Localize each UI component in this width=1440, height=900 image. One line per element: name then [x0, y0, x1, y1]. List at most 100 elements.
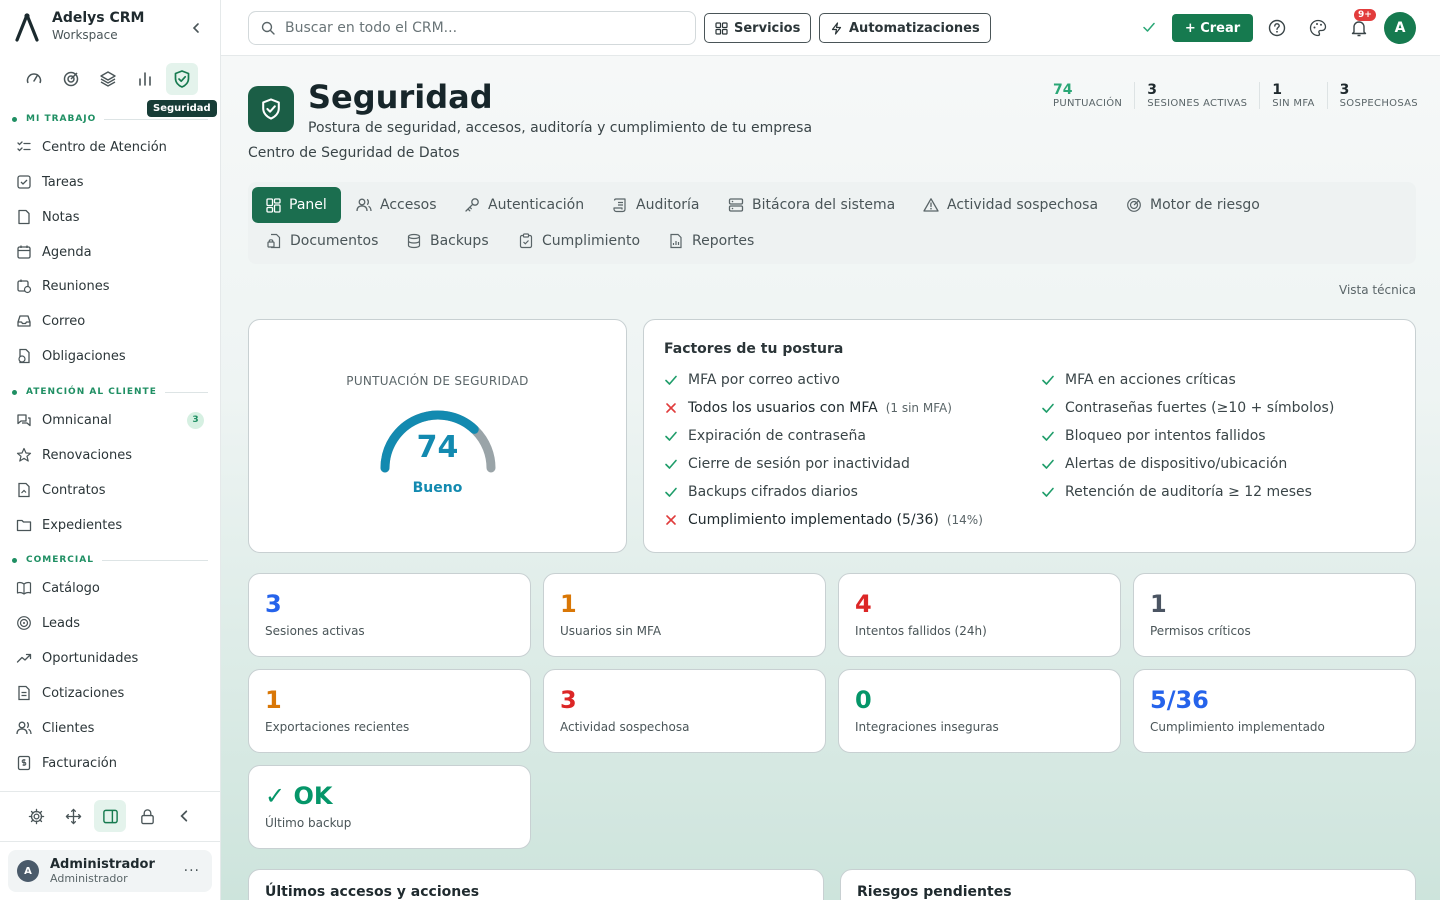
check-icon	[1041, 401, 1055, 415]
nav-facturacion[interactable]: Facturación	[16, 748, 208, 778]
stat-label: Exportaciones recientes	[265, 720, 410, 734]
file-clock-icon	[18, 348, 30, 364]
brand-name: Adelys CRM	[52, 10, 145, 26]
help-button[interactable]	[1266, 17, 1288, 39]
users-icon	[356, 198, 372, 212]
global-search[interactable]	[248, 11, 696, 45]
nav-centro-de-atencion[interactable]: Centro de Atención	[16, 132, 208, 162]
factors-title: Factores de tu postura	[664, 341, 844, 357]
tab-auditoria[interactable]: Auditoría	[598, 187, 714, 223]
nav-obligaciones[interactable]: Obligaciones	[16, 341, 208, 371]
technical-view-link[interactable]: Vista técnica	[1339, 283, 1416, 297]
module-analytics[interactable]	[129, 63, 161, 95]
user-role: Administrador	[50, 871, 128, 885]
brand[interactable]: Adelys CRM Workspace	[14, 10, 144, 43]
nav-contratos[interactable]: Contratos	[16, 475, 208, 505]
tab-motor-de-riesgo[interactable]: Motor de riesgo	[1112, 187, 1274, 223]
bell-icon	[1351, 21, 1367, 37]
tab-backups[interactable]: Backups	[392, 223, 503, 259]
chevron-left-icon	[180, 810, 188, 822]
user-more-button[interactable]: ···	[184, 863, 200, 879]
tab-cumplimiento[interactable]: Cumplimiento	[504, 223, 654, 259]
nav-leads[interactable]: Leads	[16, 608, 208, 638]
tab-documentos[interactable]: Documentos	[252, 223, 392, 259]
stat-label: Último backup	[265, 816, 352, 830]
stat-failed-attempts[interactable]: 4 Intentos fallidos (24h)	[838, 573, 1121, 657]
tab-autenticacion[interactable]: Autenticación	[450, 187, 598, 223]
stat-last-backup[interactable]: ✓ OK Último backup	[248, 765, 531, 849]
nav-notas[interactable]: Notas	[16, 202, 208, 232]
page-subtitle: Postura de seguridad, accesos, auditoría…	[308, 120, 813, 136]
automations-button[interactable]: Automatizaciones	[819, 13, 991, 43]
nav-correo[interactable]: Correo	[16, 306, 208, 336]
nav-expedientes[interactable]: Expedientes	[16, 510, 208, 540]
lock-button[interactable]	[131, 800, 163, 832]
collapse-sidebar-button[interactable]	[186, 18, 206, 38]
module-layers[interactable]	[92, 63, 124, 95]
user-card[interactable]: A Administrador Administrador ···	[8, 850, 212, 892]
grid-icon	[715, 21, 728, 35]
factor-text: Bloqueo por intentos fallidos	[1065, 428, 1266, 444]
nav-catalogo[interactable]: Catálogo	[16, 573, 208, 603]
nav-omnicanal[interactable]: Omnicanal 3	[16, 405, 208, 435]
panel-toggle-button[interactable]	[94, 800, 126, 832]
move-button[interactable]	[57, 800, 89, 832]
shield-check-icon	[262, 98, 280, 120]
collapse-tools-button[interactable]	[168, 800, 200, 832]
settings-button[interactable]	[20, 800, 52, 832]
user-avatar: A	[17, 860, 39, 882]
inbox-icon	[17, 315, 31, 327]
nav-clientes[interactable]: Clientes	[16, 713, 208, 743]
checkbox-icon	[17, 175, 31, 189]
services-button[interactable]: Servicios	[704, 13, 812, 43]
tab-accesos[interactable]: Accesos	[342, 187, 451, 223]
theme-button[interactable]	[1307, 17, 1329, 39]
stat-suspicious-activity[interactable]: 3 Actividad sospechosa	[543, 669, 826, 753]
factor-item-backups-cifrados-diarios: Backups cifrados diarios	[664, 484, 858, 500]
factor-item-alertas-de-dispositivo-ubicacion: Alertas de dispositivo/ubicación	[1041, 456, 1287, 472]
stat-label: Usuarios sin MFA	[560, 624, 662, 638]
stat-label: Sesiones activas	[265, 624, 365, 638]
page-icon	[248, 86, 294, 132]
stat-users-without-mfa[interactable]: 1 Usuarios sin MFA	[543, 573, 826, 657]
user-name: Administrador	[50, 856, 155, 872]
module-goals[interactable]	[55, 63, 87, 95]
kpi-active-sessions: 3 SESIONES ACTIVAS	[1134, 82, 1259, 109]
stat-value: 0	[855, 686, 872, 714]
tab-bitacora-del-sistema[interactable]: Bitácora del sistema	[714, 187, 909, 223]
create-button[interactable]: + Crear	[1172, 14, 1253, 42]
module-switcher	[18, 63, 198, 95]
stat-label: Actividad sospechosa	[560, 720, 690, 734]
module-security[interactable]	[166, 63, 198, 95]
nav-cotizaciones[interactable]: Cotizaciones	[16, 678, 208, 708]
search-input[interactable]	[285, 20, 685, 36]
factor-text: Backups cifrados diarios	[688, 484, 858, 500]
tab-panel[interactable]: Panel	[252, 187, 341, 223]
stat-compliance[interactable]: 5/36 Cumplimiento implementado	[1133, 669, 1416, 753]
x-icon	[664, 513, 678, 527]
nav-tareas[interactable]: Tareas	[16, 167, 208, 197]
factor-item-contrasenas-fuertes-10-simbolos: Contraseñas fuertes (≥10 + símbolos)	[1041, 400, 1334, 416]
tab-reportes[interactable]: Reportes	[654, 223, 768, 259]
nav-reuniones[interactable]: Reuniones	[16, 271, 208, 301]
nav-agenda[interactable]: Agenda	[16, 237, 208, 267]
recent-access-title: Últimos accesos y acciones	[265, 884, 480, 900]
lock-icon	[140, 808, 154, 824]
nav-oportunidades[interactable]: Oportunidades	[16, 643, 208, 673]
target-icon	[63, 71, 79, 87]
security-score-card: PUNTUACIÓN DE SEGURIDAD 74 Bueno	[248, 319, 627, 553]
stat-label: Cumplimiento implementado	[1150, 720, 1325, 734]
tab-actividad-sospechosa[interactable]: Actividad sospechosa	[909, 187, 1112, 223]
module-dashboard[interactable]	[18, 63, 50, 95]
stat-recent-exports[interactable]: 1 Exportaciones recientes	[248, 669, 531, 753]
stat-critical-permissions[interactable]: 1 Permisos críticos	[1133, 573, 1416, 657]
factor-item-cierre-de-sesion-por-inactividad: Cierre de sesión por inactividad	[664, 456, 910, 472]
book-icon	[16, 581, 32, 595]
nav-renovaciones[interactable]: Renovaciones	[16, 440, 208, 470]
stat-label: Intentos fallidos (24h)	[855, 624, 987, 638]
stat-active-sessions[interactable]: 3 Sesiones activas	[248, 573, 531, 657]
pending-risks-card: Riesgos pendientes	[840, 869, 1416, 900]
profile-avatar[interactable]: A	[1384, 12, 1416, 44]
stat-insecure-integrations[interactable]: 0 Integraciones inseguras	[838, 669, 1121, 753]
stat-value: 1	[1150, 590, 1167, 618]
